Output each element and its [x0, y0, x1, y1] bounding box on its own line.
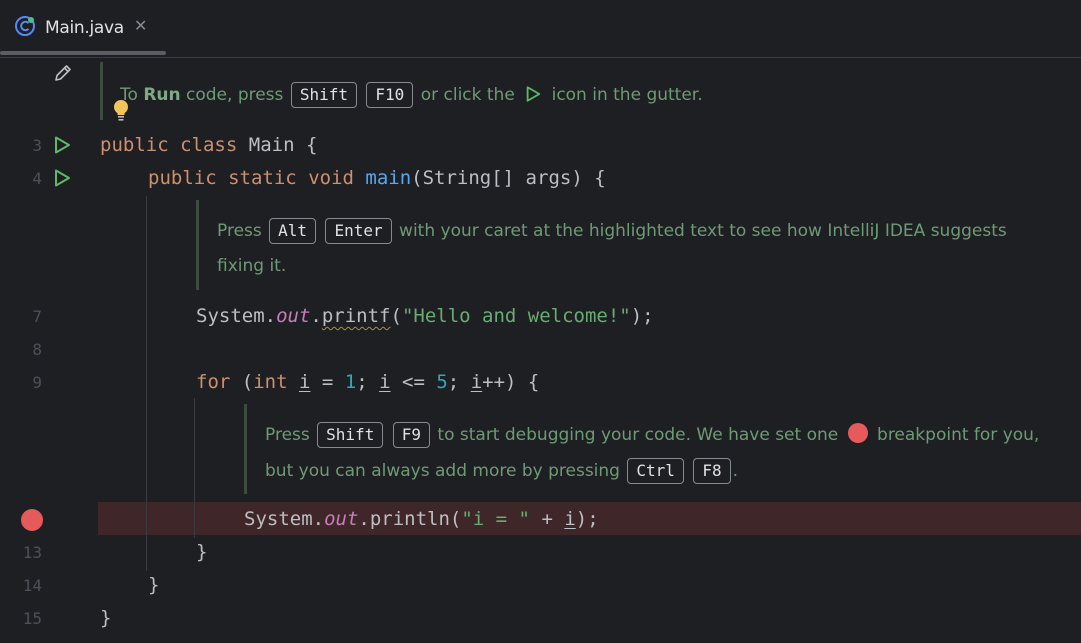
code-line-13: } — [196, 541, 208, 563]
doc-comment-intention: Press Alt Enter with your caret at the h… — [196, 200, 1059, 290]
editor-gutter[interactable]: 3 4 7 8 9 13 14 15 — [0, 58, 92, 643]
doc-comment-debug: Press Shift F9 to start debugging your c… — [244, 404, 1077, 494]
key-f9: F9 — [392, 422, 430, 448]
key-alt: Alt — [269, 218, 317, 244]
line-number: 4 — [32, 169, 42, 188]
key-shift: Shift — [317, 422, 384, 448]
run-icon — [526, 86, 541, 102]
key-ctrl: Ctrl — [627, 458, 684, 484]
close-icon[interactable]: ✕ — [134, 16, 147, 35]
run-icon[interactable] — [52, 135, 72, 155]
tab-label: Main.java — [45, 18, 124, 38]
code-line-15: } — [100, 607, 112, 629]
line-number: 3 — [32, 136, 42, 155]
breakpoint-icon — [847, 423, 868, 443]
code-line-3: public class Main { — [100, 134, 318, 156]
tab-main-java[interactable]: Main.java ✕ — [0, 0, 166, 57]
code-line-14: } — [148, 574, 160, 596]
java-class-icon — [15, 16, 35, 36]
key-enter: Enter — [325, 218, 392, 244]
code-line-9: for (int i = 1; i <= 5; i++) { — [196, 371, 540, 393]
run-word: Run — [143, 85, 181, 105]
breakpoint-icon[interactable] — [21, 509, 43, 531]
code-line-7: System.out.printf("Hello and welcome!"); — [196, 305, 654, 327]
line-number: 13 — [22, 543, 42, 562]
key-shift: Shift — [290, 82, 357, 108]
line-number: 14 — [22, 576, 42, 595]
line-number: 9 — [32, 373, 42, 392]
line-number: 8 — [32, 340, 42, 359]
run-icon[interactable] — [52, 168, 72, 188]
line-number: 7 — [32, 307, 42, 326]
code-line-4: public static void main(String[] args) { — [148, 167, 606, 189]
active-tab-indicator — [0, 51, 166, 55]
code-editor[interactable]: 3 4 7 8 9 13 14 15 To Run code, press Sh… — [0, 58, 1081, 643]
key-f8: F8 — [693, 458, 731, 484]
editor-tab-bar: Main.java ✕ — [0, 0, 1081, 58]
indent-guide — [146, 196, 147, 571]
pencil-icon[interactable] — [52, 62, 74, 84]
key-f10: F10 — [366, 82, 414, 108]
doc-comment-run: To Run code, press Shift F10 or click th… — [100, 62, 1003, 120]
lightbulb-icon[interactable] — [112, 98, 130, 122]
code-line-12: System.out.println("i = " + i); — [244, 508, 599, 530]
highlighted-method: printf — [321, 305, 391, 327]
line-number: 15 — [22, 609, 42, 628]
indent-guide — [194, 398, 195, 538]
